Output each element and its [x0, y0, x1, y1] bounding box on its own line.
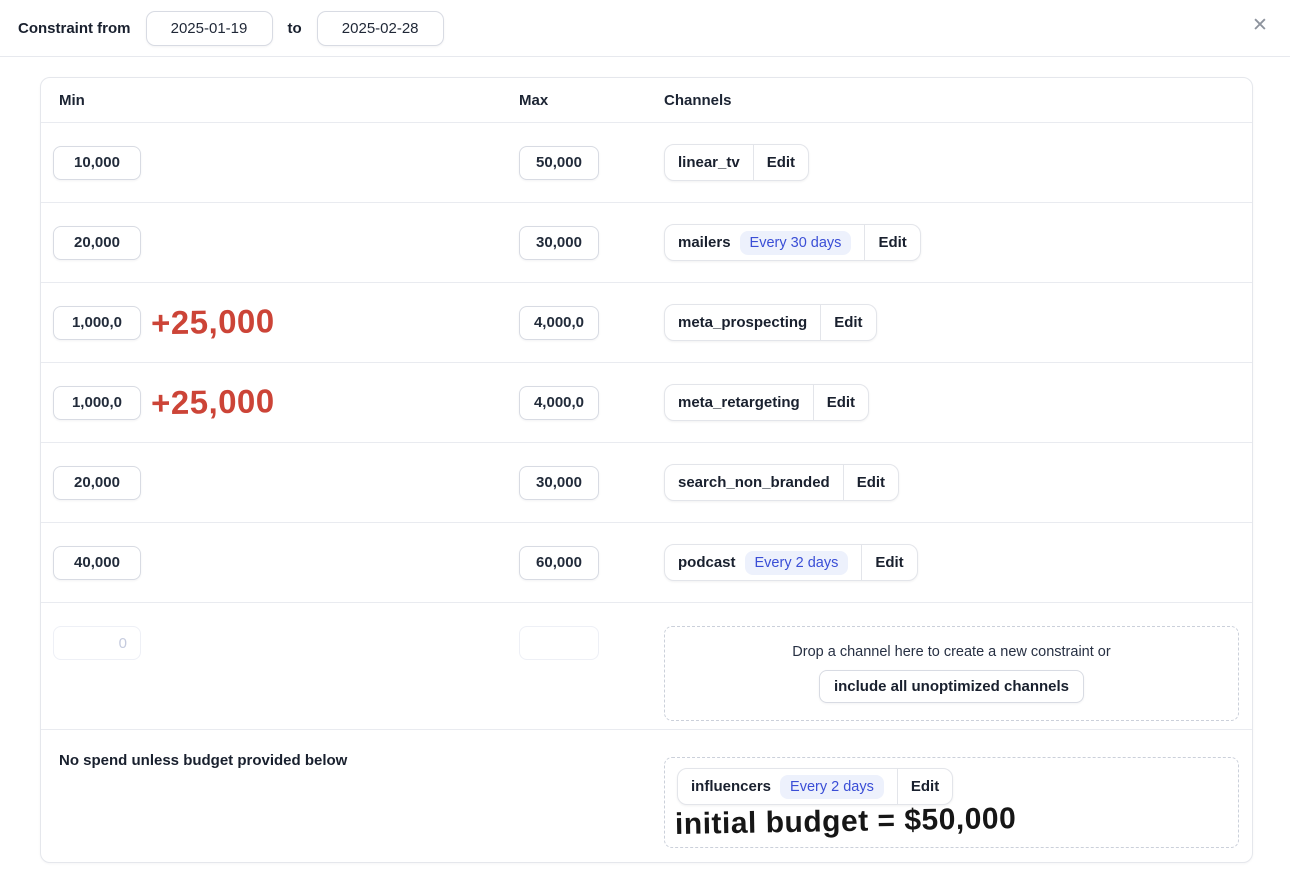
- channel-chip: meta_retargeting Edit: [664, 384, 869, 421]
- edit-button[interactable]: Edit: [862, 545, 916, 580]
- handwritten-annotation-budget: initial budget = $50,000: [675, 802, 1017, 842]
- edit-button[interactable]: Edit: [865, 225, 919, 260]
- table-header-row: Min Max Channels: [41, 78, 1252, 122]
- no-spend-drop-zone[interactable]: influencers Every 2 days Edit initial bu…: [664, 757, 1239, 848]
- no-spend-label: No spend unless budget provided below: [59, 752, 347, 769]
- channel-name: influencers: [691, 778, 771, 795]
- channel-chip: meta_prospecting Edit: [664, 304, 877, 341]
- edit-button[interactable]: Edit: [821, 305, 875, 340]
- constraint-to-date-input[interactable]: [317, 11, 444, 46]
- constraints-table: Min Max Channels linear_tv Edit: [40, 77, 1253, 863]
- constraint-row: search_non_branded Edit: [41, 442, 1252, 522]
- max-input[interactable]: [519, 466, 599, 500]
- drop-zone-text: Drop a channel here to create a new cons…: [792, 644, 1110, 660]
- edit-button[interactable]: Edit: [754, 145, 808, 180]
- channel-chip: podcast Every 2 days Edit: [664, 544, 918, 581]
- channel-name: search_non_branded: [678, 474, 830, 491]
- edit-button[interactable]: Edit: [844, 465, 898, 500]
- to-label: to: [288, 20, 302, 37]
- column-header-min: Min: [41, 92, 519, 109]
- min-input[interactable]: [53, 226, 141, 260]
- max-input[interactable]: [519, 306, 599, 340]
- constraint-row: +25,000 meta_prospecting Edit: [41, 282, 1252, 362]
- channel-name: meta_prospecting: [678, 314, 807, 331]
- min-input[interactable]: [53, 546, 141, 580]
- frequency-badge: Every 2 days: [745, 551, 849, 575]
- column-header-channels: Channels: [664, 92, 1252, 109]
- channel-drop-zone[interactable]: Drop a channel here to create a new cons…: [664, 626, 1239, 721]
- channel-chip: influencers Every 2 days Edit: [677, 768, 953, 805]
- constraint-from-date-input[interactable]: [146, 11, 273, 46]
- constraint-from-label: Constraint from: [18, 20, 131, 37]
- max-input[interactable]: [519, 226, 599, 260]
- edit-button[interactable]: Edit: [814, 385, 868, 420]
- new-constraint-row: Drop a channel here to create a new cons…: [41, 602, 1252, 729]
- max-input[interactable]: [519, 386, 599, 420]
- max-input[interactable]: [519, 546, 599, 580]
- min-input[interactable]: [53, 146, 141, 180]
- new-min-input[interactable]: [53, 626, 141, 660]
- channel-name: mailers: [678, 234, 731, 251]
- channel-chip: linear_tv Edit: [664, 144, 809, 181]
- close-icon[interactable]: ✕: [1246, 12, 1274, 40]
- channel-chip: mailers Every 30 days Edit: [664, 224, 921, 261]
- max-input[interactable]: [519, 146, 599, 180]
- channel-name: meta_retargeting: [678, 394, 800, 411]
- constraint-row: podcast Every 2 days Edit: [41, 522, 1252, 602]
- edit-button[interactable]: Edit: [898, 769, 952, 804]
- min-input[interactable]: [53, 466, 141, 500]
- frequency-badge: Every 2 days: [780, 775, 884, 799]
- channel-chip: search_non_branded Edit: [664, 464, 899, 501]
- channel-name: linear_tv: [678, 154, 740, 171]
- handwritten-annotation-red: +25,000: [151, 382, 275, 422]
- constraint-dialog-header: Constraint from to ✕: [0, 0, 1290, 57]
- min-input[interactable]: [53, 386, 141, 420]
- min-input[interactable]: [53, 306, 141, 340]
- constraint-row: linear_tv Edit: [41, 122, 1252, 202]
- channel-name: podcast: [678, 554, 736, 571]
- new-max-input[interactable]: [519, 626, 599, 660]
- frequency-badge: Every 30 days: [740, 231, 852, 255]
- handwritten-annotation-red: +25,000: [151, 302, 275, 342]
- constraint-row: +25,000 meta_retargeting Edit: [41, 362, 1252, 442]
- column-header-max: Max: [519, 92, 664, 109]
- no-spend-row: No spend unless budget provided below in…: [41, 729, 1252, 862]
- constraint-row: mailers Every 30 days Edit: [41, 202, 1252, 282]
- include-all-unoptimized-button[interactable]: include all unoptimized channels: [819, 670, 1084, 703]
